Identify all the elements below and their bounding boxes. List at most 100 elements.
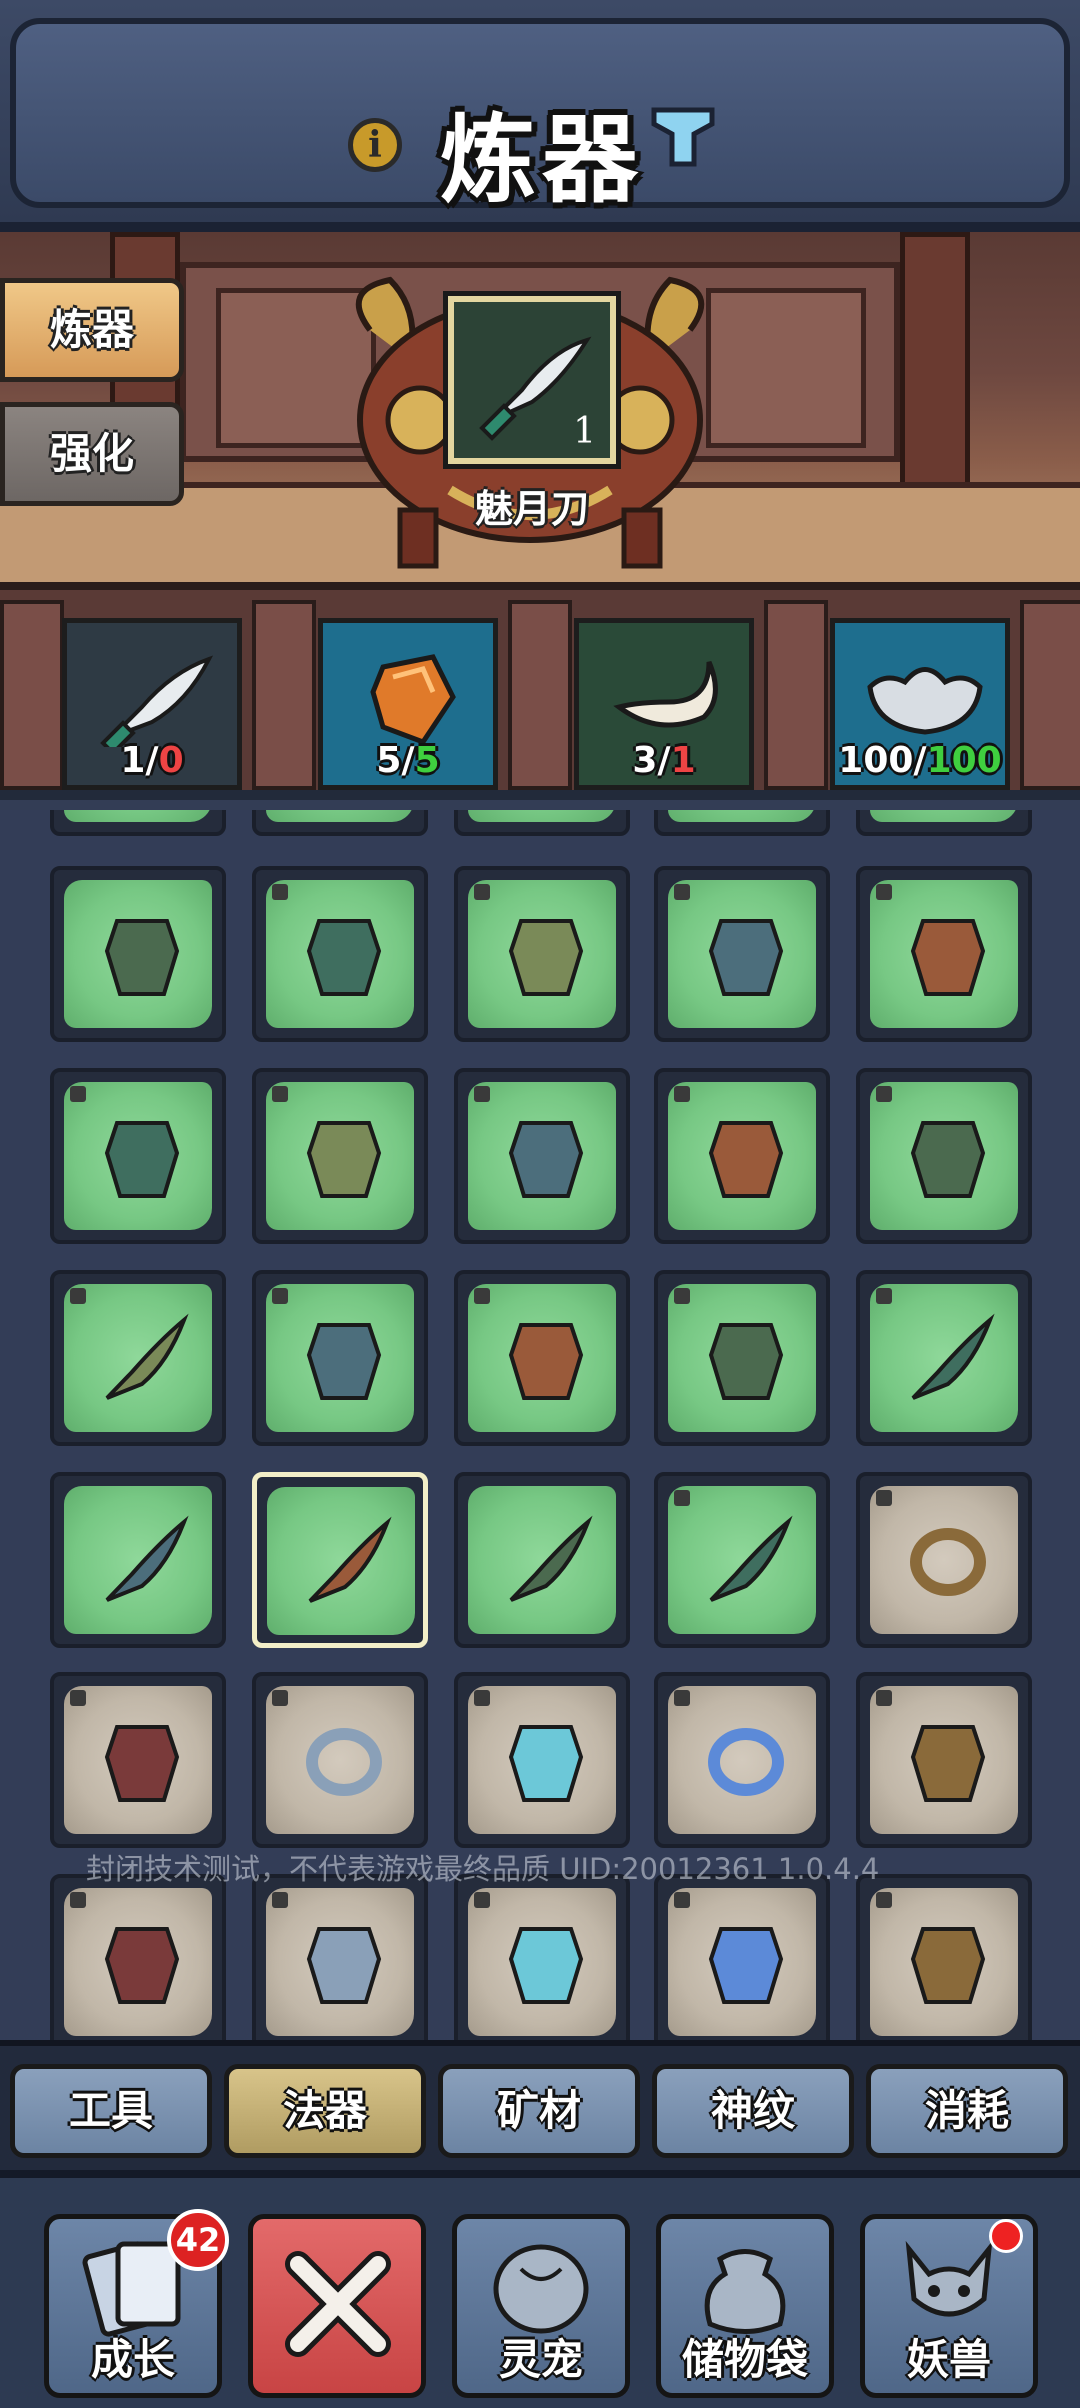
grid-item-cell[interactable] xyxy=(454,866,630,1042)
grid-item-cell[interactable] xyxy=(50,1472,226,1648)
grid-item-cell[interactable] xyxy=(654,1672,830,1848)
dark-leggings-icon xyxy=(104,1927,180,2004)
grid-item-cell[interactable] xyxy=(654,1874,830,2040)
mask-icon xyxy=(910,1121,986,1198)
lock-icon xyxy=(272,1086,288,1102)
grid-item-cell[interactable] xyxy=(856,1874,1032,2040)
lock-icon xyxy=(876,1288,892,1304)
grid-item-cell[interactable] xyxy=(454,1270,630,1446)
spear-icon xyxy=(911,1313,995,1400)
material-count: 1/0 xyxy=(120,740,184,781)
lock-icon xyxy=(876,1086,892,1102)
nav-beast-button[interactable]: 妖兽 xyxy=(860,2214,1038,2398)
funnel-icon[interactable] xyxy=(650,104,716,170)
lock-icon xyxy=(674,1086,690,1102)
grid-item-cell[interactable] xyxy=(454,1874,630,2040)
grid-item-cell[interactable] xyxy=(654,866,830,1042)
notification-dot xyxy=(989,2219,1023,2253)
grid-item-cell[interactable] xyxy=(856,866,1032,1042)
material-divider xyxy=(1020,600,1080,790)
grid-item-cell[interactable] xyxy=(252,1270,428,1446)
grid-item-cell[interactable] xyxy=(856,1270,1032,1446)
lock-icon xyxy=(474,1288,490,1304)
grid-item-cell[interactable] xyxy=(252,1672,428,1848)
lock-icon xyxy=(876,1690,892,1706)
chest-armor-icon xyxy=(910,919,986,996)
lock-icon xyxy=(474,1690,490,1706)
grid-item-cell[interactable] xyxy=(856,1672,1032,1848)
tab-tools[interactable]: 工具 xyxy=(10,2064,212,2158)
banner-icon xyxy=(306,1323,382,1400)
grid-item-cell[interactable] xyxy=(654,1270,830,1446)
nav-pet-button[interactable]: 灵宠 xyxy=(452,2214,630,2398)
side-tab-refine[interactable]: 炼器 xyxy=(0,278,184,382)
grid-item-cell[interactable] xyxy=(50,1672,226,1848)
side-tab-enhance[interactable]: 强化 xyxy=(0,402,184,506)
material-divider xyxy=(764,600,828,790)
shin-guard-icon xyxy=(508,919,584,996)
nav-growth-button[interactable]: 42 成长 xyxy=(44,2209,229,2398)
lock-icon xyxy=(272,884,288,900)
grid-item-cell[interactable] xyxy=(50,1270,226,1446)
lock-icon xyxy=(674,1690,690,1706)
grid-item-cell[interactable] xyxy=(50,1874,226,2040)
notification-badge: 42 xyxy=(167,2209,229,2271)
nav-label: 成长 xyxy=(90,2335,175,2384)
tab-ores[interactable]: 矿材 xyxy=(438,2064,640,2158)
selected-item-slot[interactable]: 1 xyxy=(443,291,621,469)
lock-icon xyxy=(674,1892,690,1908)
lock-icon xyxy=(272,1690,288,1706)
grid-item-cell[interactable] xyxy=(50,866,226,1042)
grid-item-cell[interactable] xyxy=(856,1472,1032,1648)
grid-item-cell[interactable] xyxy=(454,1068,630,1244)
close-icon xyxy=(285,2251,391,2357)
tab-artifacts[interactable]: 法器 xyxy=(224,2064,426,2158)
fang-icon xyxy=(105,1313,189,1400)
sabre-icon xyxy=(105,1515,189,1602)
amber-gem-icon xyxy=(370,654,456,746)
lock-icon xyxy=(70,1086,86,1102)
close-button[interactable] xyxy=(248,2214,426,2398)
lock-icon xyxy=(674,884,690,900)
grid-item-cell[interactable] xyxy=(454,1672,630,1848)
gold-leggings-icon xyxy=(508,1927,584,2004)
info-icon[interactable]: i xyxy=(348,118,402,172)
material-slot[interactable]: 5/5 xyxy=(318,618,498,790)
grid-item-cell[interactable] xyxy=(454,1472,630,1648)
selected-item-name: 魅月刀 xyxy=(474,486,589,531)
short-sword-icon xyxy=(509,1515,593,1602)
talisman-icon xyxy=(508,1323,584,1400)
horned-armor-icon xyxy=(508,1121,584,1198)
selected-item-quantity: 1 xyxy=(573,411,596,452)
material-divider xyxy=(508,600,572,790)
grid-item-cell[interactable] xyxy=(252,1472,428,1648)
grid-item-cell[interactable] xyxy=(654,1472,830,1648)
heavy-armor-icon xyxy=(104,1121,180,1198)
category-bar: 工具 法器 矿材 神纹 消耗 xyxy=(0,2040,1080,2170)
boots-icon xyxy=(910,1725,986,1802)
ring-icon xyxy=(910,1528,986,1596)
grid-item-cell[interactable] xyxy=(654,1068,830,1244)
lock-icon xyxy=(876,884,892,900)
grid-item-cell[interactable] xyxy=(252,1874,428,2040)
grid-item-cell[interactable] xyxy=(50,1068,226,1244)
grid-item-cell[interactable] xyxy=(252,866,428,1042)
horn-icon xyxy=(613,661,718,728)
grid-item-cell[interactable] xyxy=(856,1068,1032,1244)
bottom-nav: 42 成长 灵宠 储物袋 妖兽 xyxy=(0,2170,1080,2408)
nav-label: 灵宠 xyxy=(498,2335,583,2384)
leg-armor-icon xyxy=(104,919,180,996)
material-divider xyxy=(252,600,316,790)
material-slot[interactable]: 3/1 xyxy=(574,618,754,790)
tab-runes[interactable]: 神纹 xyxy=(652,2064,854,2158)
window-pane xyxy=(706,288,866,448)
grid-cell-partial xyxy=(654,810,830,836)
silver-ring-icon xyxy=(306,1728,382,1796)
lock-icon xyxy=(474,1086,490,1102)
grid-cell-partial xyxy=(252,810,428,836)
material-slot[interactable]: 1/0 xyxy=(62,618,242,790)
nav-bag-button[interactable]: 储物袋 xyxy=(656,2214,834,2398)
grid-item-cell[interactable] xyxy=(252,1068,428,1244)
tab-consumables[interactable]: 消耗 xyxy=(866,2064,1068,2158)
material-slot[interactable]: 100/100 xyxy=(830,618,1010,790)
